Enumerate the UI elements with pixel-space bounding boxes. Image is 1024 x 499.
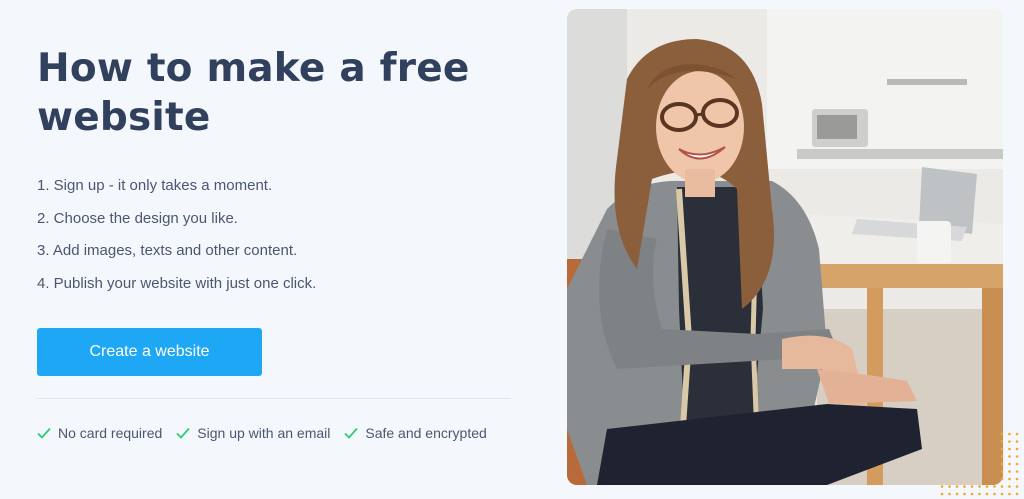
check-icon [37, 427, 51, 439]
dot [1000, 455, 1004, 458]
dot [940, 485, 944, 488]
dot [1015, 432, 1019, 436]
dot [1008, 455, 1011, 458]
create-website-button[interactable]: Create a website [37, 328, 262, 376]
feature-item: Safe and encrypted [344, 425, 487, 441]
dot [1008, 477, 1011, 481]
dot [1015, 492, 1019, 496]
dot [1000, 492, 1004, 496]
dot [1015, 440, 1019, 443]
dot [1008, 492, 1011, 496]
feature-label: No card required [58, 425, 163, 441]
decorative-dots [940, 432, 1019, 496]
feature-list: No card required Sign up with an email S… [37, 425, 501, 441]
dot [1008, 485, 1011, 488]
dot [1000, 477, 1004, 481]
feature-item: Sign up with an email [176, 425, 330, 441]
dot [940, 492, 944, 496]
check-icon [344, 427, 359, 439]
dot [993, 492, 996, 496]
dot [1015, 455, 1019, 458]
dot [1000, 447, 1004, 451]
dot [1000, 432, 1004, 436]
dot [970, 492, 974, 496]
dot [955, 492, 959, 496]
step-item: 3. Add images, texts and other content. [37, 242, 298, 259]
check-icon [176, 427, 190, 439]
smiling-woman-photo [567, 9, 1003, 485]
dot [1015, 470, 1019, 473]
dot [1008, 462, 1011, 466]
steps-list: 1. Sign up - it only takes a moment. 2. … [37, 176, 316, 306]
dot [963, 492, 966, 496]
dot [1000, 470, 1004, 473]
feature-item: No card required [37, 425, 162, 441]
dot [1015, 477, 1019, 481]
dot [1000, 485, 1004, 488]
dot [1008, 447, 1011, 451]
dot [970, 485, 974, 488]
dot [1008, 470, 1011, 473]
dot [985, 492, 989, 496]
dot [1000, 440, 1004, 443]
step-item: 2. Choose the design you like. [37, 209, 238, 227]
dot [978, 492, 981, 496]
dot [1008, 432, 1011, 436]
feature-label: Sign up with an email [197, 425, 331, 441]
dot [978, 485, 981, 488]
dot [1000, 462, 1004, 466]
feature-label: Safe and encrypted [365, 425, 487, 441]
dot [963, 485, 966, 488]
hero-photo [567, 9, 1003, 485]
dot [985, 485, 989, 488]
divider [37, 398, 511, 399]
page-title: How to make a free website [37, 46, 470, 140]
step-item: 1. Sign up - it only takes a moment. [37, 177, 273, 194]
dot [1015, 447, 1019, 451]
dot [948, 492, 951, 496]
dot [1015, 485, 1019, 488]
dot [1008, 440, 1011, 443]
dot [955, 485, 959, 488]
dot [948, 485, 951, 488]
dot [993, 485, 996, 488]
hero-section: How to make a free website 1. Sign up - … [0, 0, 1024, 499]
dot [1015, 462, 1019, 466]
step-item: 4. Publish your website with just one cl… [37, 274, 317, 292]
